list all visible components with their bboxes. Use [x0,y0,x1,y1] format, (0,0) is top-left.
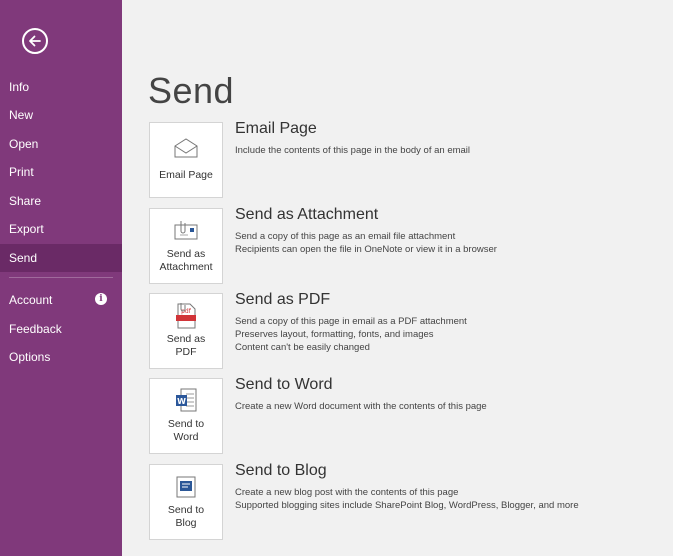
option-send-as-pdf: pdf Send as PDF Send as PDF Send a copy o… [149,291,669,369]
svg-text:pdf: pdf [181,308,192,315]
backstage-sidebar: Info New Open Print Share Export Send Ac… [0,0,122,556]
tile-label: Send to Word [167,418,205,443]
option-description: Include the contents of this page in the… [235,145,471,156]
sidebar-item-options[interactable]: Options [0,344,122,370]
sidebar-item-export[interactable]: Export [0,216,122,242]
info-badge-icon: i [95,293,107,305]
sidebar-divider [9,277,113,278]
option-description: Create a new Word document with the cont… [235,401,487,412]
option-title: Send to Blog [235,462,327,479]
option-title: Send as PDF [235,291,331,308]
sidebar-item-feedback[interactable]: Feedback [0,316,122,342]
option-description: Send a copy of this page in email as a P… [235,316,467,353]
email-page-button[interactable]: Email Page [149,122,223,198]
tile-label: Send as PDF [166,333,206,358]
pdf-icon: pdf [176,303,196,329]
envelope-icon [174,138,198,158]
tile-label: Send as Attachment [159,248,213,273]
attachment-icon [174,221,198,240]
sidebar-item-new[interactable]: New [0,102,122,128]
send-as-attachment-button[interactable]: Send as Attachment [149,208,223,284]
send-to-blog-button[interactable]: Send to Blog [149,464,223,540]
sidebar-item-open[interactable]: Open [0,131,122,157]
main-content: Send Email Page Email Page Include the c… [122,0,673,556]
option-description: Send a copy of this page as an email fil… [235,231,497,255]
send-as-pdf-button[interactable]: pdf Send as PDF [149,293,223,369]
option-send-to-blog: Send to Blog Send to Blog Create a new bl… [149,462,669,540]
option-send-as-attachment: Send as Attachment Send as Attachment Sen… [149,206,669,284]
option-title: Email Page [235,120,317,137]
sidebar-item-info[interactable]: Info [0,74,122,100]
sidebar-item-share[interactable]: Share [0,188,122,214]
tile-label: Email Page [159,169,213,181]
option-send-to-word: W Send to Word Send to Word Create a new … [149,376,669,454]
send-to-word-button[interactable]: W Send to Word [149,378,223,454]
option-title: Send as Attachment [235,206,379,223]
tile-label: Send to Blog [167,504,205,529]
option-email-page: Email Page Email Page Include the conten… [149,120,669,198]
option-description: Create a new blog post with the contents… [235,487,579,511]
back-arrow-icon[interactable] [22,28,48,54]
option-title: Send to Word [235,376,333,393]
svg-text:W: W [177,397,186,406]
page-title: Send [148,70,235,111]
blog-icon [176,476,196,498]
sidebar-item-print[interactable]: Print [0,159,122,185]
word-icon: W [176,388,197,412]
sidebar-item-send[interactable]: Send [0,244,122,272]
